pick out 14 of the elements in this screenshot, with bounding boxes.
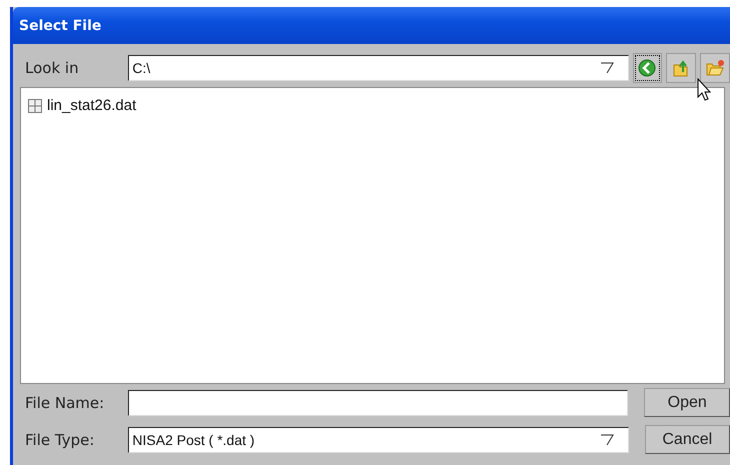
file-type-label: File Type: <box>24 430 96 448</box>
look-in-dropdown[interactable]: C:\ <box>128 54 629 80</box>
grid-file-icon <box>28 98 42 112</box>
file-name-label: File Name: <box>24 394 106 412</box>
file-type-dropdown[interactable]: NISA2 Post ( *.dat ) <box>128 426 629 452</box>
cancel-button[interactable]: Cancel <box>644 425 730 454</box>
new-folder-button[interactable] <box>700 52 730 82</box>
look-in-label: Look in <box>24 58 80 76</box>
window-title: Select File <box>19 18 102 34</box>
file-name-field[interactable] <box>128 390 628 416</box>
file-item[interactable]: lin_stat26.dat <box>27 96 138 115</box>
open-button[interactable]: Open <box>644 388 730 417</box>
new-folder-icon <box>705 58 726 78</box>
back-button[interactable] <box>632 52 662 82</box>
